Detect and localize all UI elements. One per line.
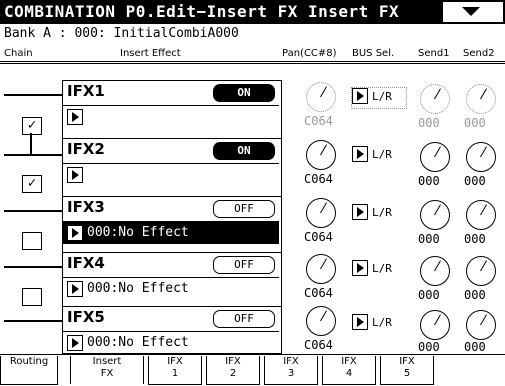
ifx3-bus-select[interactable]: L/R [352,204,406,224]
header-divider [0,61,505,62]
ifx2-send1-value: 000 [418,174,440,188]
chain-arrow-line [30,133,32,154]
ifx1-send1-value: 000 [418,116,440,130]
play-icon [67,167,83,183]
ifx4-send1-value: 000 [418,288,440,302]
ifx1-bus-select[interactable]: L/R [351,87,407,109]
ifx1-pan-knob[interactable] [306,82,336,112]
ifx2-bus-select[interactable]: L/R [352,146,406,166]
play-icon [352,88,368,104]
ifx2-pan-value: C064 [304,172,333,186]
header-divider [0,63,505,64]
ifx3-pan-value: C064 [304,230,333,244]
ifx4-send2-knob[interactable] [466,256,496,286]
play-icon [67,109,83,125]
ifx2-pan-knob[interactable] [306,140,336,170]
chain-line [4,94,62,96]
ifx4-effect-select[interactable]: 000:No Effect [63,277,279,300]
ifx1-send1-knob[interactable] [420,84,450,114]
ifx5-effect-select[interactable]: 000:No Effect [63,331,279,354]
ifx5-send2-value: 000 [464,340,486,354]
bank-program-line: Bank A : 000: InitialCombiA000 [4,26,239,41]
ifx5-effect-name: 000:No Effect [87,335,189,350]
ifx3-send1-knob[interactable] [420,200,450,230]
chevron-down-icon [462,7,480,16]
ifx3-switch[interactable]: OFF [213,200,275,218]
ifx2-send2-value: 000 [464,174,486,188]
ifx4-send2-value: 000 [464,288,486,302]
play-icon [352,314,368,330]
ifx5-send1-knob[interactable] [420,310,450,340]
ifx4-label: IFX4 [67,254,105,272]
col-insert-effect: Insert Effect [120,48,181,59]
play-icon [352,260,368,276]
ifx3-send1-value: 000 [418,232,440,246]
ifx3-send2-knob[interactable] [466,200,496,230]
ifx2-send2-knob[interactable] [466,142,496,172]
ifx2-chain-checkbox[interactable]: ✓ [22,175,42,193]
tab-ifx4[interactable]: IFX 4 [322,356,376,385]
ifx5-block: IFX5 OFF 000:No Effect [62,306,282,354]
ifx2-label: IFX2 [67,140,105,158]
page-menu-dropdown[interactable] [443,2,503,22]
ifx4-bus-select[interactable]: L/R [352,260,406,280]
tab-ifx1[interactable]: IFX 1 [148,356,202,385]
ifx4-block: IFX4 OFF 000:No Effect [62,252,282,312]
ifx4-pan-value: C064 [304,286,333,300]
ifx2-send1-knob[interactable] [420,142,450,172]
ifx1-label: IFX1 [67,82,105,100]
ifx3-pan-knob[interactable] [306,198,336,228]
play-icon [352,204,368,220]
col-bus-sel: BUS Sel. [352,48,395,59]
ifx5-switch[interactable]: OFF [213,310,275,328]
ifx3-label: IFX3 [67,198,105,216]
ifx5-send2-knob[interactable] [466,310,496,340]
ifx1-pan-value: C064 [304,114,333,128]
ifx2-block: IFX2 ON [62,138,282,198]
tab-ifx5[interactable]: IFX 5 [380,356,434,385]
chain-line [4,154,62,156]
ifx1-block: IFX1 ON [62,80,282,140]
ifx3-send2-value: 000 [464,232,486,246]
page-title: COMBINATION P0.Edit−Insert FX Insert FX [4,2,400,21]
play-icon [67,281,83,297]
ifx5-bus-select[interactable]: L/R [352,314,406,334]
ifx3-chain-checkbox[interactable] [22,232,42,250]
ifx1-effect-select[interactable] [63,105,279,128]
ifx5-label: IFX5 [67,308,105,326]
tab-ifx3[interactable]: IFX 3 [264,356,318,385]
ifx4-pan-knob[interactable] [306,254,336,284]
title-bar: COMBINATION P0.Edit−Insert FX Insert FX [0,0,505,24]
ifx3-effect-select[interactable]: 000:No Effect [63,221,279,244]
ifx4-effect-name: 000:No Effect [87,281,189,296]
tab-routing[interactable]: Routing [0,356,58,385]
ifx2-effect-select[interactable] [63,163,279,186]
ifx1-send2-knob[interactable] [466,84,496,114]
ifx2-switch[interactable]: ON [213,142,275,160]
ifx1-switch[interactable]: ON [213,84,275,102]
col-chain: Chain [4,48,33,59]
play-icon [67,335,83,351]
ifx5-pan-knob[interactable] [306,306,336,336]
play-icon [352,146,368,162]
col-pan: Pan(CC#8) [282,48,337,59]
chain-line [4,320,62,322]
col-send1: Send1 [418,48,450,59]
tab-ifx2[interactable]: IFX 2 [206,356,260,385]
ifx3-effect-name: 000:No Effect [87,225,189,240]
ifx5-send1-value: 000 [418,340,440,354]
col-send2: Send2 [463,48,495,59]
chain-line [4,210,62,212]
ifx1-chain-checkbox[interactable]: ✓ [22,117,42,135]
tab-insert-fx[interactable]: Insert FX [70,356,144,384]
ifx3-block: IFX3 OFF 000:No Effect [62,196,282,256]
ifx4-chain-checkbox[interactable] [22,288,42,306]
play-icon [67,225,83,241]
chain-line [4,266,62,268]
ifx4-send1-knob[interactable] [420,256,450,286]
ifx5-pan-value: C064 [304,338,333,352]
ifx1-send2-value: 000 [464,116,486,130]
ifx4-switch[interactable]: OFF [213,256,275,274]
